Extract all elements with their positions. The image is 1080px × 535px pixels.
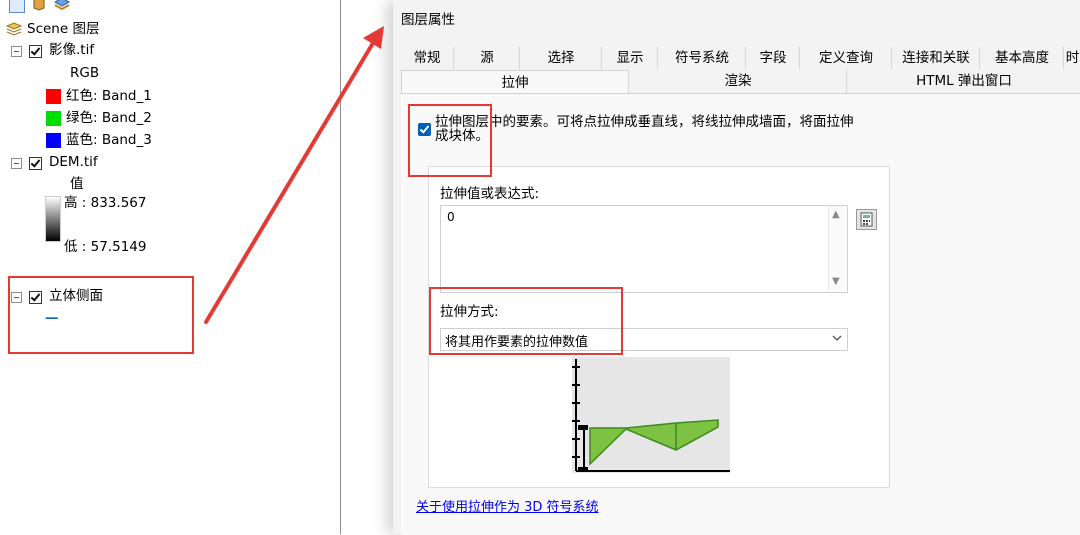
- tab-html-popup[interactable]: HTML 弹出窗口: [846, 70, 1080, 94]
- tab-rendering[interactable]: 渲染: [628, 70, 847, 94]
- calculator-icon: [857, 212, 876, 233]
- layer-dem-expander[interactable]: [11, 158, 22, 169]
- list-by-source-icon[interactable]: [32, 0, 46, 11]
- layer-imagery-name[interactable]: 影像.tif: [49, 40, 94, 60]
- layer-imagery-expander[interactable]: [11, 46, 22, 57]
- tab-fields[interactable]: 字段: [745, 47, 800, 69]
- extrusion-help-link[interactable]: 关于使用拉伸作为 3D 符号系统: [416, 496, 599, 515]
- extrude-description: 拉伸图层中的要素。可将点拉伸成垂直线，将线拉伸成墙面，将面拉伸 成块体。: [435, 115, 875, 143]
- legend-band-blue: 蓝色: Band_3: [66, 132, 152, 148]
- tab-row-2: 拉伸 渲染 HTML 弹出窗口: [401, 70, 1080, 95]
- tab-general[interactable]: 常规: [401, 47, 453, 69]
- expression-textbox[interactable]: 0: [440, 205, 848, 293]
- layer-dem-checkbox[interactable]: [29, 157, 42, 170]
- toc-toolbar: [6, 0, 86, 14]
- layer-dem-name[interactable]: DEM.tif: [49, 152, 98, 172]
- list-by-drawing-order-icon[interactable]: [9, 0, 25, 13]
- extrude-description-line1: 拉伸图层中的要素。可将点拉伸成垂直线，将线拉伸成墙面，将面拉伸: [435, 114, 854, 130]
- annotation-highlight-layer: [8, 276, 194, 354]
- scroll-down-arrow-icon[interactable]: ▼: [832, 276, 840, 287]
- tab-source[interactable]: 源: [453, 47, 520, 69]
- annotation-highlight-method: [429, 287, 623, 355]
- layers-icon: [5, 22, 23, 42]
- legend-value-header: 值: [70, 176, 84, 192]
- expression-scrollbar[interactable]: ▲ ▼: [828, 206, 846, 290]
- toc-root-label: Scene 图层: [27, 21, 100, 37]
- green-band-swatch: [46, 111, 61, 126]
- tab-definition-query[interactable]: 定义查询: [799, 47, 892, 69]
- expression-value: 0: [447, 210, 455, 224]
- expression-label: 拉伸值或表达式:: [440, 186, 540, 202]
- extrude-description-line2: 成块体。: [435, 128, 489, 144]
- annotation-highlight-checkbox: [408, 104, 492, 177]
- red-band-swatch: [46, 89, 61, 104]
- tab-symbology[interactable]: 符号系统: [657, 47, 746, 69]
- tab-display[interactable]: 显示: [601, 47, 658, 69]
- scroll-up-arrow-icon[interactable]: ▲: [832, 209, 840, 220]
- tab-base-heights[interactable]: 基本高度: [979, 47, 1064, 69]
- layer-imagery-checkbox[interactable]: [29, 45, 42, 58]
- legend-high-value: 高 : 833.567: [64, 195, 147, 211]
- tab-selection[interactable]: 选择: [519, 47, 602, 69]
- extrusion-preview-image: [572, 357, 730, 473]
- list-by-visibility-icon[interactable]: [53, 0, 71, 11]
- tab-time[interactable]: 时: [1063, 47, 1080, 69]
- chevron-down-icon[interactable]: [831, 330, 843, 350]
- table-of-contents-panel: Scene 图层 影像.tif RGB 红色: Band_1 绿色: Band_…: [0, 0, 341, 534]
- legend-band-green: 绿色: Band_2: [66, 110, 152, 126]
- tab-joins-relates[interactable]: 连接和关联: [891, 47, 980, 69]
- blue-band-swatch: [46, 133, 61, 148]
- expression-builder-button[interactable]: [856, 209, 877, 230]
- tab-extrusion[interactable]: 拉伸: [401, 70, 629, 95]
- elevation-color-ramp: [45, 196, 61, 242]
- legend-low-value: 低 : 57.5149: [64, 239, 147, 255]
- legend-band-red: 红色: Band_1: [66, 88, 152, 104]
- dialog-title: 图层属性: [401, 12, 455, 28]
- legend-rgb-header: RGB: [70, 65, 100, 81]
- tab-row-1: 常规 源 选择 显示 符号系统 字段 定义查询 连接和关联 基本高度 时: [401, 47, 1080, 69]
